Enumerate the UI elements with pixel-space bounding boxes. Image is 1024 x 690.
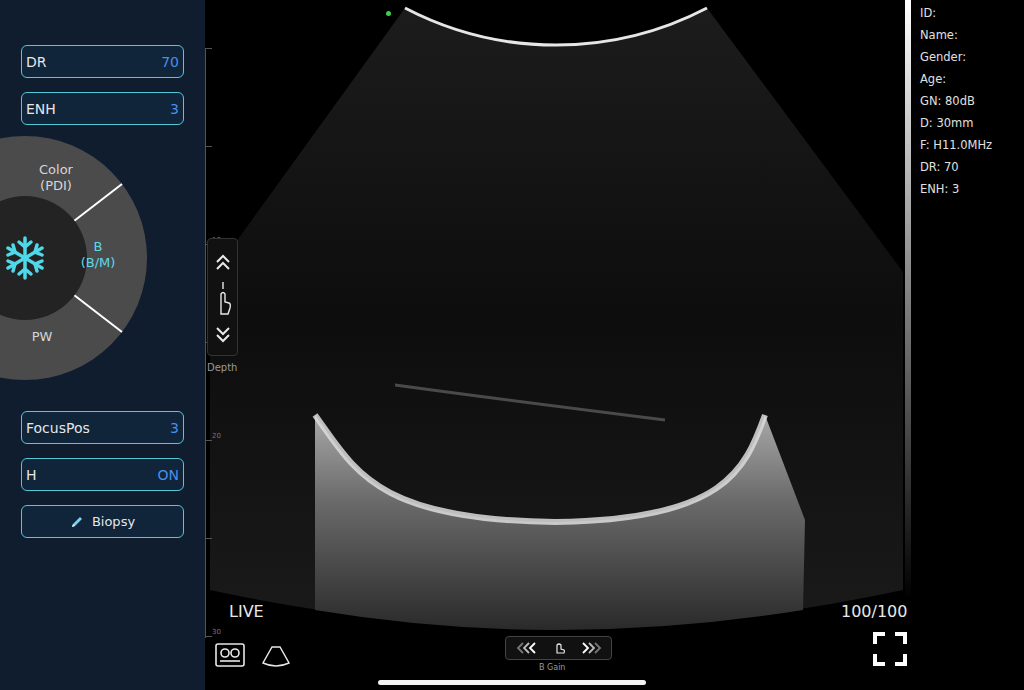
freeze-snowflake-icon[interactable] — [8, 238, 42, 278]
bottom-controls: FocusPos 3 H ON Biopsy — [21, 411, 184, 538]
gain-arrows-icon — [509, 639, 609, 657]
mode-wheel: Color(PDI) B(B/M) PW — [0, 131, 184, 381]
setting-button[interactable]: H ON — [21, 458, 184, 491]
mode-sublabel: (PDI) — [40, 178, 72, 193]
setting-button[interactable]: FocusPos 3 — [21, 411, 184, 444]
mode-label: B — [94, 239, 103, 254]
info-line: Gender: — [920, 48, 1020, 66]
setting-button[interactable]: Biopsy — [21, 505, 184, 538]
frame-counter: 100/100 — [841, 602, 907, 621]
setting-label: DR — [26, 54, 47, 70]
info-line: ENH: 3 — [920, 180, 1020, 198]
pen-icon — [70, 515, 84, 529]
orientation-marker — [386, 11, 391, 16]
info-line: Name: — [920, 26, 1020, 44]
info-line: F: H11.0MHz — [920, 136, 1020, 154]
image-viewer: 102030DepthLIVE100/100B Gain — [205, 0, 920, 690]
setting-button[interactable]: DR 70 — [21, 45, 184, 78]
patient-info: ID: Name: Gender: Age: GN: 80dB D: 30mm F: H11… — [920, 0, 1024, 690]
gain-label: B Gain — [539, 663, 565, 672]
info-line: D: 30mm — [920, 114, 1020, 132]
setting-label: FocusPos — [26, 420, 90, 436]
info-line: DR: 70 — [920, 158, 1020, 176]
mode-sublabel: (B/M) — [81, 255, 116, 270]
control-panel: DR 70 ENH 3 Color(PDI) B(B/M) PW FocusPos 3 H ON Bi… — [0, 0, 205, 690]
mode-option[interactable]: PW — [32, 329, 53, 344]
depth-tick: 20 — [212, 432, 221, 440]
setting-button[interactable]: ENH 3 — [21, 92, 184, 125]
setting-label: H — [26, 467, 37, 483]
live-status: LIVE — [229, 602, 264, 621]
depth-tick: 30 — [212, 628, 221, 636]
setting-value: ON — [158, 467, 180, 483]
depth-control[interactable] — [207, 238, 238, 356]
ultrasound-app: DR 70 ENH 3 Color(PDI) B(B/M) PW FocusPos 3 H ON Bi… — [0, 0, 1024, 690]
setting-value: 3 — [170, 420, 179, 436]
info-line: GN: 80dB — [920, 92, 1020, 110]
info-line: Age: — [920, 70, 1020, 88]
ultrasound-image — [205, 0, 920, 690]
info-line: ID: — [920, 4, 1020, 22]
depth-label: Depth — [207, 362, 237, 373]
home-indicator[interactable] — [378, 680, 646, 685]
mode-label: PW — [32, 329, 53, 344]
action-label: Biopsy — [92, 514, 135, 529]
setting-value: 70 — [161, 54, 179, 70]
depth-arrows-icon — [212, 242, 234, 352]
top-controls: DR 70 ENH 3 — [21, 45, 184, 125]
gain-control[interactable] — [505, 636, 612, 660]
sector-view-icon[interactable] — [261, 645, 291, 669]
mode-option[interactable]: B(B/M) — [81, 239, 116, 270]
grayscale-bar — [905, 0, 911, 600]
fullscreen-icon[interactable] — [873, 632, 907, 666]
setting-value: 3 — [170, 101, 179, 117]
probe-icon[interactable] — [214, 641, 246, 669]
setting-label: ENH — [26, 101, 56, 117]
mode-wheel-graphic[interactable]: Color(PDI) B(B/M) PW — [0, 131, 184, 381]
mode-option[interactable]: Color(PDI) — [39, 162, 74, 193]
mode-label: Color — [39, 162, 74, 177]
